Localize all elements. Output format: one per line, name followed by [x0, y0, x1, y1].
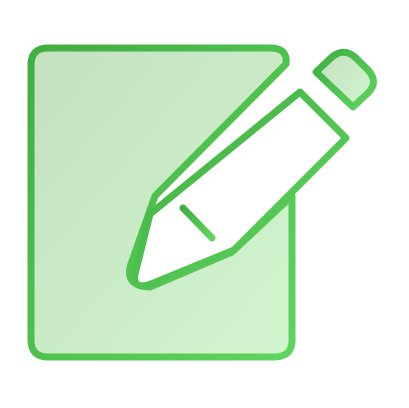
icon-canvas: [0, 0, 409, 408]
edit-icon: [27, 44, 377, 361]
pencil-eraser-icon: [312, 48, 377, 111]
